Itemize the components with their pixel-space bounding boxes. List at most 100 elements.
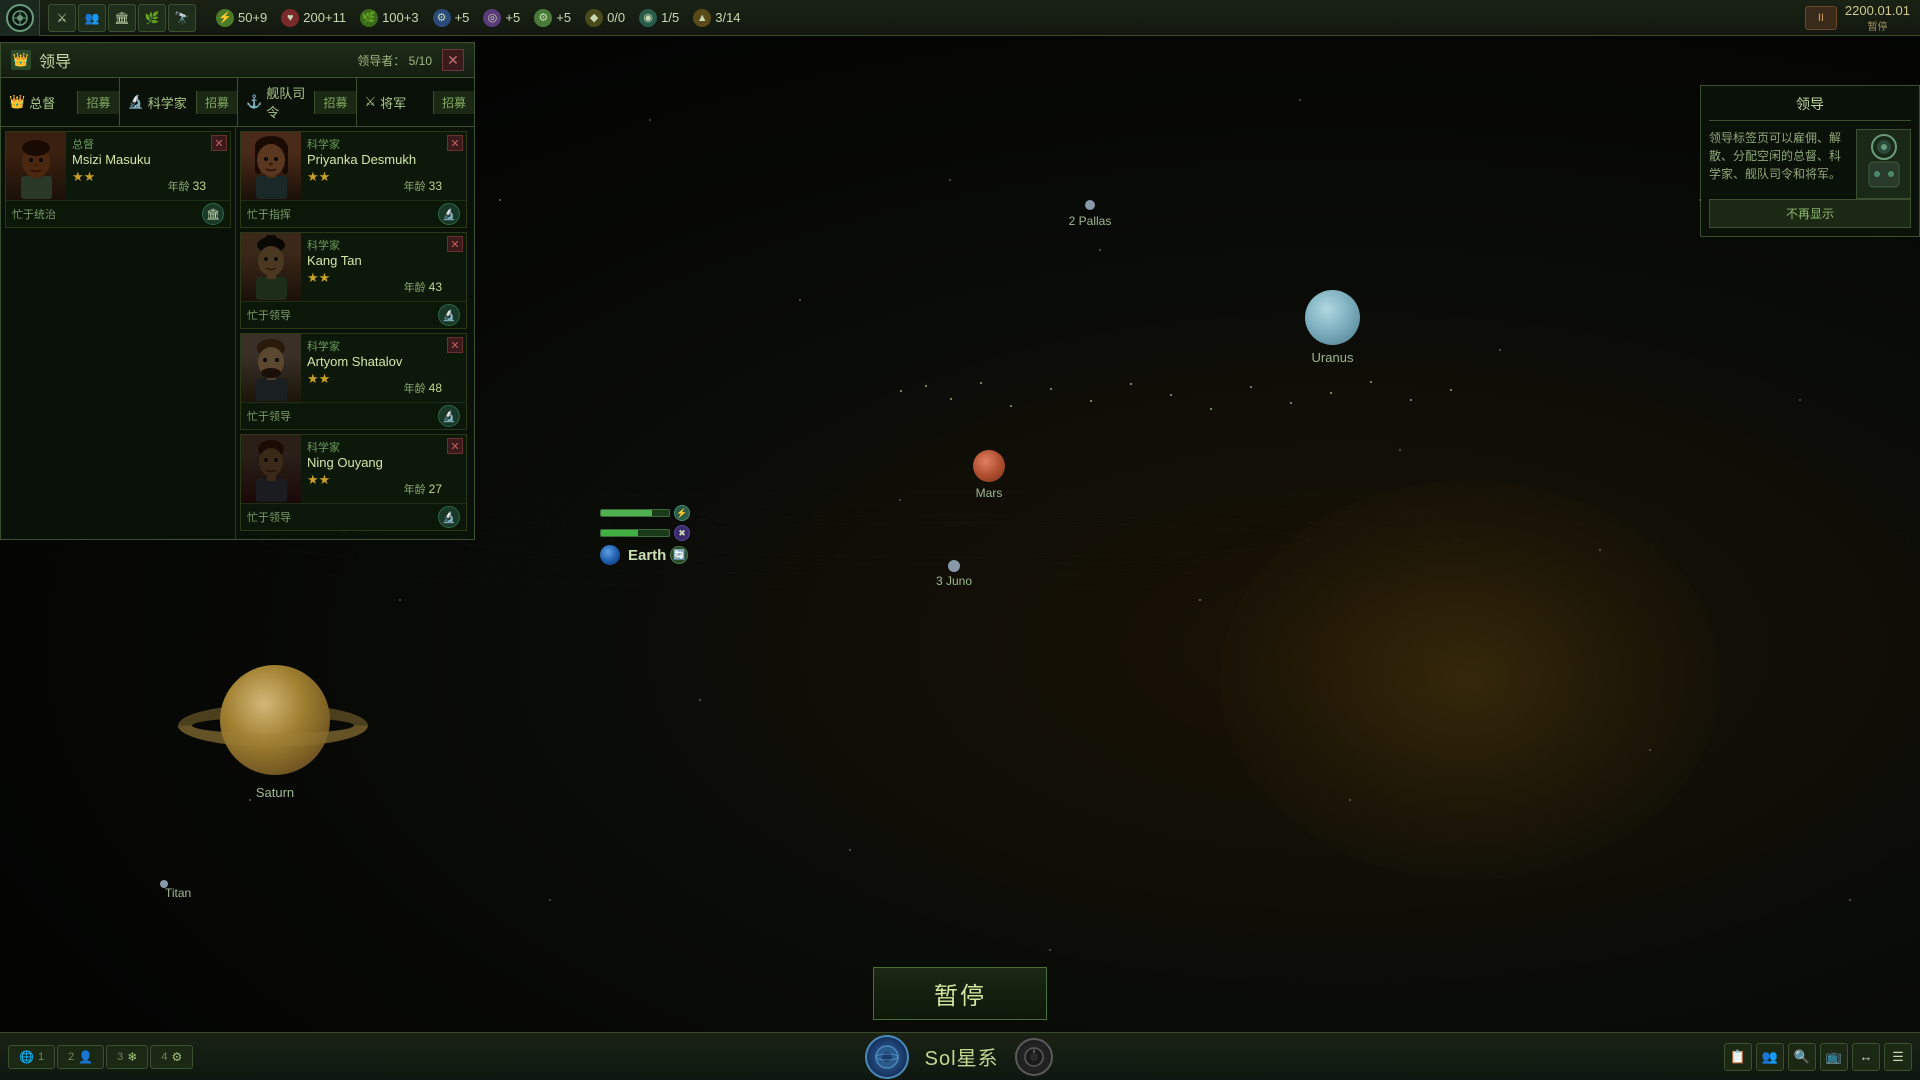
age-label-ning: 年龄 <box>404 484 426 496</box>
scientist-card-kang[interactable]: 科学家 Kang Tan ★★ 年龄 43 ✕ 忙于领导 🔬 <box>240 232 467 329</box>
avatar-artyom <box>241 334 301 402</box>
right-panel-description: 领导标签页可以雇佣、解散、分配空闲的总督、科学家、舰队司令和将军。 <box>1709 129 1848 183</box>
details-msizi: 总督 Msizi Masuku ★★ 年龄 33 ✕ <box>66 132 230 200</box>
juno-asteroid[interactable]: 3 Juno <box>948 560 960 572</box>
status-icon-priyanka: 🔬 <box>438 203 460 225</box>
tab-section-fleet: ⚓ 舰队司令 招募 <box>238 78 357 126</box>
empire-logo[interactable] <box>0 0 40 36</box>
galaxy-icon <box>873 1043 901 1071</box>
tab-scientist-recruit[interactable]: 招募 <box>196 91 237 114</box>
bottom-tab-3[interactable]: 3 ❄ <box>106 1045 148 1069</box>
paused-status: 暂停 <box>1845 18 1910 33</box>
pallas-asteroid[interactable]: 2 Pallas <box>1085 200 1095 210</box>
tab-fleet-recruit[interactable]: 招募 <box>314 91 355 114</box>
role-msizi: 总督 <box>72 136 224 152</box>
mars-planet[interactable]: Mars <box>973 450 1005 482</box>
top-bar: ⚔ 👥 🏛 🌿 🔭 ⚡ 50+9 ♥ 200+11 🌿 100+3 ⚙ +5 ◎… <box>0 0 1920 36</box>
empire-icon <box>11 9 29 27</box>
date-block: 2200.01.01 暂停 <box>1845 3 1910 33</box>
resource-cg: ▲ 3/14 <box>693 9 740 27</box>
role-kang: 科学家 <box>307 237 460 253</box>
tab-general[interactable]: ⚔ 将军 <box>357 88 433 117</box>
card-header-artyom: 科学家 Artyom Shatalov ★★ 年龄 48 ✕ <box>241 334 466 402</box>
asteroid-dot <box>925 385 927 387</box>
mars-label: Mars <box>976 486 1003 500</box>
dismiss-artyom[interactable]: ✕ <box>447 337 463 353</box>
saturn-planet[interactable]: Saturn <box>220 665 330 780</box>
avatar-kang <box>241 233 301 301</box>
dismiss-ning[interactable]: ✕ <box>447 438 463 454</box>
tab-fleet[interactable]: ⚓ 舰队司令 <box>238 78 314 126</box>
pallas-label: 2 Pallas <box>1069 214 1112 228</box>
unity-icon: ◎ <box>483 9 501 27</box>
bottom-icon-shield[interactable]: 📋 <box>1724 1043 1752 1071</box>
tab-general-recruit[interactable]: 招募 <box>433 91 474 114</box>
asteroid-dot <box>950 398 952 400</box>
bottom-tab-2[interactable]: 2 👤 <box>57 1045 104 1069</box>
age-label-kang: 年龄 <box>404 282 426 294</box>
name-kang: Kang Tan <box>307 253 460 268</box>
panel-title-group: 👑 领导 <box>11 48 71 72</box>
energy-value: 50+9 <box>238 10 267 25</box>
pallas-dot-body <box>1085 200 1095 210</box>
toolbar-icons: ⚔ 👥 🏛 🌿 🔭 <box>40 4 204 32</box>
uranus-planet[interactable]: Uranus <box>1305 290 1360 345</box>
scientist-card-ning[interactable]: 科学家 Ning Ouyang ★★ 年龄 27 ✕ 忙于领导 🔬 <box>240 434 467 531</box>
bottom-icon-search[interactable]: 🔍 <box>1788 1043 1816 1071</box>
age-label-msizi: 年龄 <box>168 181 190 193</box>
dismiss-msizi[interactable]: ✕ <box>211 135 227 151</box>
name-artyom: Artyom Shatalov <box>307 354 460 369</box>
details-ning: 科学家 Ning Ouyang ★★ 年龄 27 ✕ <box>301 435 466 503</box>
tab-governor[interactable]: 👑 总督 <box>1 88 77 117</box>
tab-section-governor: 👑 总督 招募 <box>1 78 120 126</box>
mars-body <box>973 450 1005 482</box>
scientist-card-priyanka[interactable]: 科学家 Priyanka Desmukh ★★ 年龄 33 ✕ 忙于指挥 🔬 <box>240 131 467 228</box>
dont-show-button[interactable]: 不再显示 <box>1709 199 1911 228</box>
juno-dot-body <box>948 560 960 572</box>
dismiss-kang[interactable]: ✕ <box>447 236 463 252</box>
energy-icon: ⚡ <box>216 9 234 27</box>
toolbar-icon-4[interactable]: 🌿 <box>138 4 166 32</box>
status-msizi: 忙于统治 <box>12 206 56 222</box>
galaxy-right-button[interactable] <box>1015 1038 1053 1076</box>
toolbar-icon-5[interactable]: 🔭 <box>168 4 196 32</box>
status-priyanka: 忙于指挥 <box>247 206 291 222</box>
asteroid-dot <box>1130 383 1132 385</box>
panel-close-button[interactable]: ✕ <box>442 49 464 71</box>
toolbar-icon-2[interactable]: 👥 <box>78 4 106 32</box>
nebula-cloud <box>1220 480 1720 880</box>
scientist-card-artyom[interactable]: 科学家 Artyom Shatalov ★★ 年龄 48 ✕ 忙于领导 🔬 <box>240 333 467 430</box>
galaxy-view-button[interactable] <box>865 1035 909 1079</box>
status-icon-artyom: 🔬 <box>438 405 460 427</box>
pause-overlay-text: 暂停 <box>934 976 986 1011</box>
asteroid-dot <box>900 390 902 392</box>
tab-scientist[interactable]: 🔬 科学家 <box>120 88 196 117</box>
status-kang: 忙于领导 <box>247 307 291 323</box>
bottom-tab-4[interactable]: 4 ⚙ <box>150 1045 193 1069</box>
resource-minerals: ♥ 200+11 <box>281 9 346 27</box>
bottom-icon-menu[interactable]: ☰ <box>1884 1043 1912 1071</box>
research-icon: ⚙ <box>433 9 451 27</box>
uranus-body <box>1305 290 1360 345</box>
bottom-icon-display[interactable]: 📺 <box>1820 1043 1848 1071</box>
bottom-tab-1[interactable]: 🌐 1 <box>8 1045 55 1069</box>
details-artyom: 科学家 Artyom Shatalov ★★ 年龄 48 ✕ <box>301 334 466 402</box>
toolbar-icon-1[interactable]: ⚔ <box>48 4 76 32</box>
dismiss-priyanka[interactable]: ✕ <box>447 135 463 151</box>
governor-card-msizi[interactable]: 总督 Msizi Masuku ★★ 年龄 33 ✕ 忙于统治 🏛 <box>5 131 231 228</box>
extra-value: +5 <box>556 10 571 25</box>
bottom-icon-people[interactable]: 👥 <box>1756 1043 1784 1071</box>
earth-name-label: Earth <box>628 547 666 564</box>
tab-scientist-label: 科学家 <box>148 93 187 112</box>
resource-alloys: ◉ 1/5 <box>639 9 679 27</box>
bottom-icon-arrows[interactable]: ↔ <box>1852 1043 1880 1071</box>
tab-governor-recruit[interactable]: 招募 <box>77 91 118 114</box>
pause-button[interactable]: II <box>1805 6 1837 30</box>
research-value: +5 <box>455 10 470 25</box>
asteroid-dot <box>1450 389 1452 391</box>
governor-column: 总督 Msizi Masuku ★★ 年龄 33 ✕ 忙于统治 🏛 <box>1 127 236 539</box>
footer-artyom: 忙于领导 🔬 <box>241 402 466 429</box>
earth-cluster[interactable]: ⚡ ✖ Earth 🔄 <box>600 505 690 565</box>
right-panel-body: 领导标签页可以雇佣、解散、分配空闲的总督、科学家、舰队司令和将军。 <box>1709 129 1911 199</box>
toolbar-icon-3[interactable]: 🏛 <box>108 4 136 32</box>
